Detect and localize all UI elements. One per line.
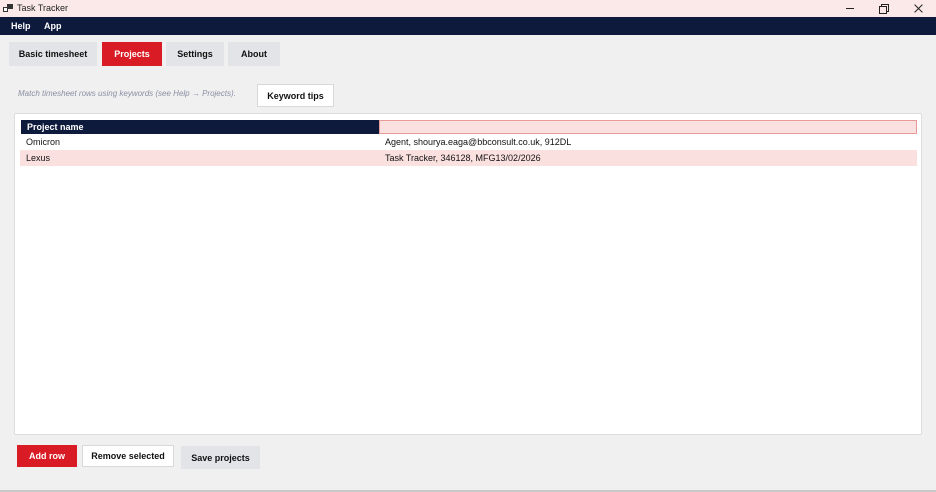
remove-selected-button[interactable]: Remove selected [82, 445, 174, 467]
add-row-button[interactable]: Add row [17, 445, 77, 467]
keywords-cell[interactable]: Agent, shourya.eaga@bbconsult.co.uk, 912… [385, 137, 571, 147]
table-header: Project name Keywords (comma-separated) [20, 119, 917, 134]
tab-about[interactable]: About [228, 42, 280, 66]
keywords-hint: Match timesheet rows using keywords (see… [18, 89, 236, 98]
column-header-keywords[interactable]: Keywords (comma-separated) [379, 120, 917, 134]
tab-basic-timesheet[interactable]: Basic timesheet [9, 42, 97, 66]
menu-help[interactable]: Help [11, 21, 31, 31]
title-bar: Task Tracker [0, 0, 936, 17]
close-icon[interactable] [911, 2, 925, 14]
keyword-tips-button[interactable]: Keyword tips [257, 84, 334, 107]
tab-settings[interactable]: Settings [166, 42, 224, 66]
project-name-cell[interactable]: Omicron [26, 137, 60, 147]
table-row[interactable]: Omicron Agent, shourya.eaga@bbconsult.co… [20, 134, 917, 150]
menu-bar: Help App [0, 17, 936, 35]
app-icon [3, 4, 13, 13]
projects-panel: Project name Keywords (comma-separated) … [14, 113, 922, 435]
keywords-cell[interactable]: Task Tracker, 346128, MFG13/02/2026 [385, 153, 541, 163]
tab-bar: Basic timesheet Projects Settings About [0, 42, 936, 67]
minimize-icon[interactable] [843, 2, 857, 14]
column-header-project-name[interactable]: Project name [21, 120, 379, 134]
restore-icon[interactable] [877, 2, 891, 14]
window-title: Task Tracker [17, 3, 69, 13]
menu-app[interactable]: App [44, 21, 62, 31]
project-name-cell[interactable]: Lexus [26, 153, 50, 163]
table-row[interactable]: Lexus Task Tracker, 346128, MFG13/02/202… [20, 150, 917, 166]
projects-table[interactable]: Project name Keywords (comma-separated) … [20, 119, 917, 166]
save-projects-button[interactable]: Save projects [181, 446, 260, 469]
tab-projects[interactable]: Projects [102, 42, 162, 66]
